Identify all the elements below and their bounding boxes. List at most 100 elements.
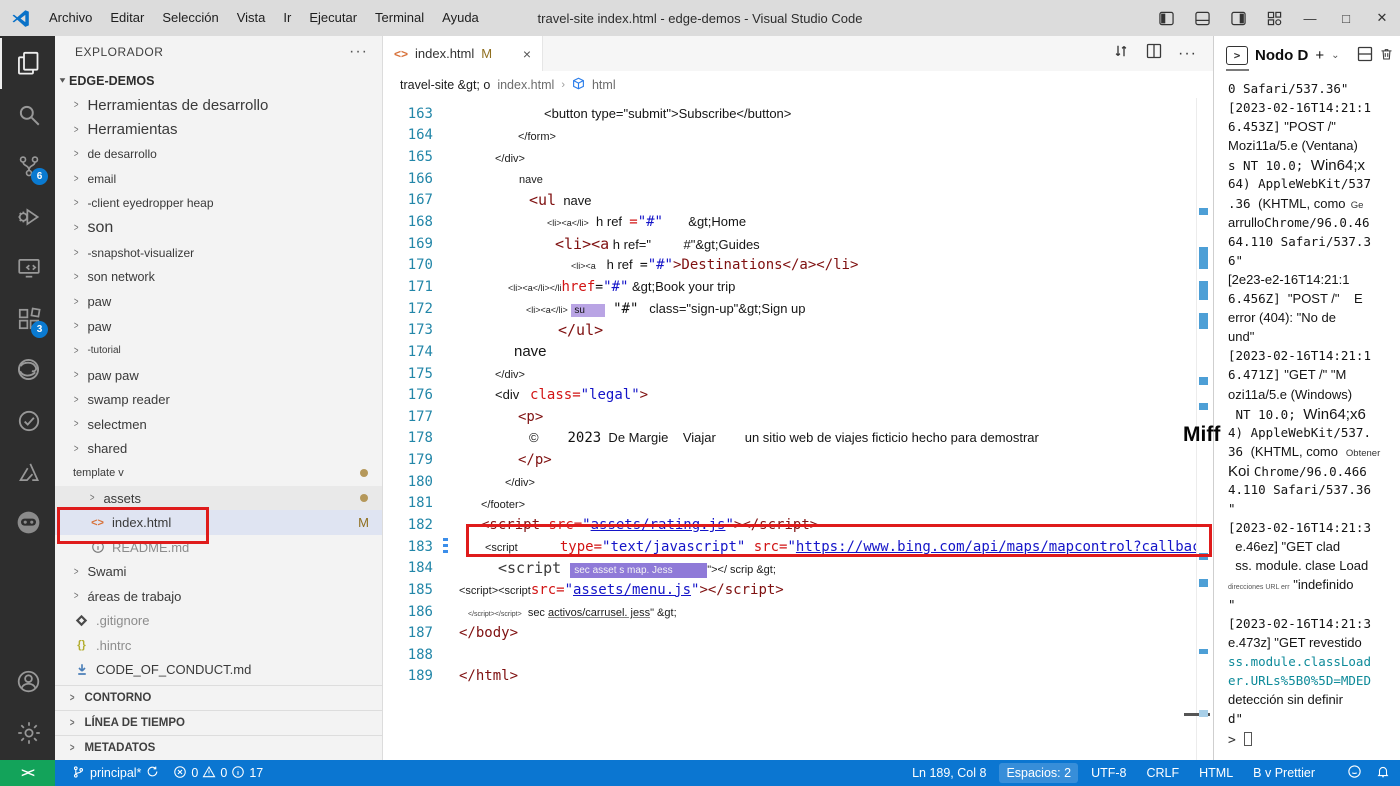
git-branch-item[interactable]: principal* (65, 760, 166, 786)
folder-item-swami[interactable]: > Swami (55, 559, 382, 584)
layout-sidebar-right-button[interactable] (1220, 0, 1256, 36)
activity-edge-devtools-icon[interactable] (0, 344, 55, 395)
layout-panel-button[interactable] (1184, 0, 1220, 36)
code-line-165[interactable]: 165 </div> (383, 146, 1196, 168)
code-line-184[interactable]: 184 <script sec asset s map. Jess "></ sc… (383, 557, 1196, 579)
code-line-178[interactable]: 178 © 2023 De Margie Viajar un sitio web … (383, 428, 1196, 450)
minimize-button[interactable]: — (1292, 0, 1328, 36)
folder-item-son-network[interactable]: > son network (55, 265, 382, 290)
menu-selecci-n[interactable]: Selección (153, 0, 227, 36)
menu-archivo[interactable]: Archivo (40, 0, 101, 36)
code-line-171[interactable]: 171 <li><a</li></lihref="#" &gt;Book your… (383, 276, 1196, 298)
folder-item-assets[interactable]: > assets (55, 485, 382, 511)
file-item-readme-md[interactable]: README.md (55, 535, 382, 560)
status-utf-8[interactable]: UTF-8 (1084, 760, 1133, 786)
section-metadatos[interactable]: > METADATOS (55, 735, 382, 760)
kill-terminal-icon[interactable] (1379, 46, 1394, 65)
file-item-gitignore[interactable]: .gitignore (55, 608, 382, 633)
more-actions-icon[interactable]: ··· (1178, 45, 1197, 63)
code-line-180[interactable]: 180 </div> (383, 471, 1196, 493)
new-terminal-button[interactable]: + (1315, 47, 1324, 64)
folder-item-de-desarrollo[interactable]: > de desarrollo (55, 142, 382, 167)
code-line-181[interactable]: 181 </footer> (383, 493, 1196, 515)
tab-index-html[interactable]: <> index.html M × (383, 36, 543, 71)
layout-sidebar-left-button[interactable] (1148, 0, 1184, 36)
section-l-nea-de-tiempo[interactable]: > LÍNEA DE TIEMPO (55, 710, 382, 735)
feedback-icon[interactable] (1347, 764, 1362, 782)
folder-item-son[interactable]: > son (55, 216, 382, 241)
folder-item-herramientas-de-desarrollo[interactable]: > Herramientas de desarrollo (55, 93, 382, 118)
code-line-189[interactable]: 189 </html> (383, 666, 1196, 688)
open-changes-icon[interactable] (1112, 42, 1130, 65)
folder-item-paw-paw[interactable]: > paw paw (55, 363, 382, 388)
folder-item-template-v[interactable]: template v (55, 461, 382, 486)
maximize-button[interactable]: □ (1328, 0, 1364, 36)
remote-indicator[interactable]: >< (0, 760, 55, 786)
code-line-183[interactable]: 183 <script type="text/javascript" src="h… (383, 536, 1196, 558)
activity-testing-icon[interactable] (0, 395, 55, 446)
close-button[interactable]: ✕ (1364, 0, 1400, 36)
activity-settings-icon[interactable] (0, 707, 55, 758)
activity-extensions-icon[interactable]: 3 (0, 293, 55, 344)
breadcrumb-symbol[interactable]: html (592, 78, 616, 92)
split-editor-icon[interactable] (1146, 43, 1162, 64)
section-contorno[interactable]: > CONTORNO (55, 685, 382, 710)
menu-ir[interactable]: Ir (274, 0, 300, 36)
problems-item[interactable]: 0 0 17 (166, 760, 270, 786)
folder-item-tutorial[interactable]: > -tutorial (55, 338, 382, 363)
code-line-175[interactable]: 175 </div> (383, 363, 1196, 385)
code-line-186[interactable]: 186 </script></script> sec activos/carrus… (383, 601, 1196, 623)
code-line-169[interactable]: 169 <li><a h ref=" #"&gt;Guides (383, 233, 1196, 255)
code-line-172[interactable]: 172 <li><a</li> su "#" class="sign-up"&gt… (383, 298, 1196, 320)
code-line-187[interactable]: 187 </body> (383, 622, 1196, 644)
terminal-dropdown-icon[interactable]: ⌄ (1331, 50, 1339, 61)
code-editor[interactable]: 163 <button type="submit">Subscribe</butt… (383, 98, 1213, 760)
status-crlf[interactable]: CRLF (1139, 760, 1186, 786)
folder-item-email[interactable]: > email (55, 167, 382, 192)
status-b-v-prettier[interactable]: B v Prettier (1246, 760, 1322, 786)
activity-github-icon[interactable] (0, 497, 55, 548)
status-espacios-2[interactable]: Espacios: 2 (999, 763, 1079, 783)
folder-item-paw[interactable]: > paw (55, 314, 382, 339)
folder-item-client-eyedropper-heap[interactable]: > -client eyedropper heap (55, 191, 382, 216)
menu-editar[interactable]: Editar (101, 0, 153, 36)
code-line-185[interactable]: 185 <script><scriptsrc="assets/menu.js"><… (383, 579, 1196, 601)
terminal-output[interactable]: 0 Safari/537.36" [2023-02-16T14:21:1 6.453… (1214, 74, 1400, 760)
breadcrumb-file[interactable]: index.html (497, 78, 554, 92)
code-line-163[interactable]: 163 <button type="submit">Subscribe</butt… (383, 103, 1196, 125)
folder-item-snapshot-visualizer[interactable]: > -snapshot-visualizer (55, 240, 382, 265)
folder-item-shared[interactable]: > shared (55, 437, 382, 462)
code-line-188[interactable]: 188 (383, 644, 1196, 666)
terminal-icon[interactable]: > (1226, 45, 1249, 71)
code-line-174[interactable]: 174 nave (383, 341, 1196, 363)
file-item-index-html[interactable]: <> index.html M (55, 510, 382, 535)
activity-accounts-icon[interactable] (0, 656, 55, 707)
tab-close-icon[interactable]: × (523, 46, 531, 62)
terminal-title[interactable]: Nodo D (1255, 47, 1308, 64)
code-line-164[interactable]: 164 </form> (383, 125, 1196, 147)
status-ln-189-col-8[interactable]: Ln 189, Col 8 (905, 760, 993, 786)
file-item-hintrc[interactable]: {} .hintrc (55, 633, 382, 658)
code-line-182[interactable]: 182 <script src="assets/rating.js"></scri… (383, 514, 1196, 536)
code-line-177[interactable]: 177 <p> (383, 406, 1196, 428)
overview-ruler[interactable] (1184, 98, 1213, 760)
code-line-166[interactable]: 166 nave (383, 168, 1196, 190)
status-html[interactable]: HTML (1192, 760, 1240, 786)
breadcrumb-folder[interactable]: travel-site &gt; o (400, 78, 490, 92)
bell-icon[interactable] (1376, 764, 1390, 782)
folder-item-paw[interactable]: > paw (55, 289, 382, 314)
code-line-168[interactable]: 168 <li><a</li> h ref ="#" &gt;Home (383, 211, 1196, 233)
menu-ejecutar[interactable]: Ejecutar (300, 0, 366, 36)
menu-terminal[interactable]: Terminal (366, 0, 433, 36)
activity-explorer-icon[interactable] (0, 38, 55, 89)
explorer-more-actions-button[interactable]: ··· (349, 43, 368, 61)
layout-customize-button[interactable] (1256, 0, 1292, 36)
activity-run-debug-icon[interactable] (0, 191, 55, 242)
menu-ayuda[interactable]: Ayuda (433, 0, 488, 36)
folder-item-selectmen[interactable]: > selectmen (55, 412, 382, 437)
code-line-176[interactable]: 176 <div class="legal"> (383, 384, 1196, 406)
menu-vista[interactable]: Vista (228, 0, 275, 36)
activity-remote-explorer-icon[interactable] (0, 242, 55, 293)
code-line-173[interactable]: 173 </ul> (383, 319, 1196, 341)
file-item-code-of-conduct-md[interactable]: CODE_OF_CONDUCT.md (55, 658, 382, 683)
